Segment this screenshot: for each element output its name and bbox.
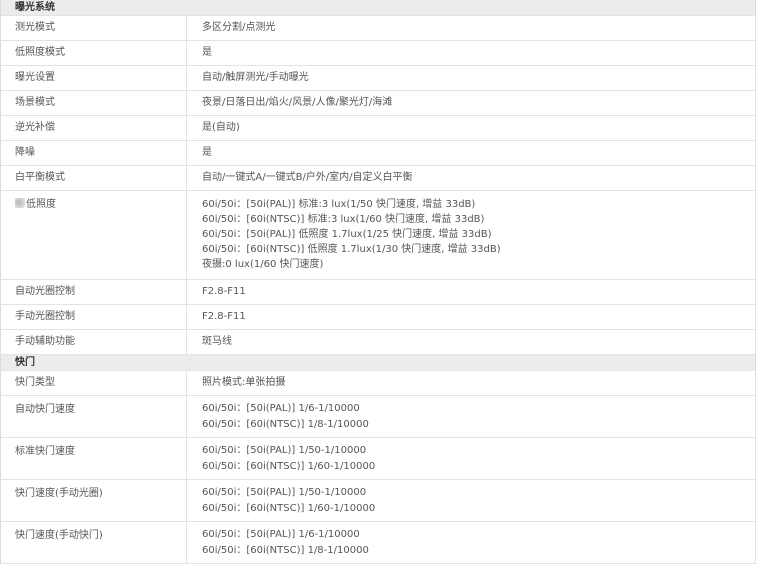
spec-value: 是 <box>186 40 756 66</box>
spec-value-line: 60i/50i：[50i(PAL)] 低照度 1.7lux(1/25 快门速度,… <box>202 229 492 240</box>
spec-label: 自动快门速度 <box>0 395 187 438</box>
table-row: 自动快门速度 60i/50i：[50i(PAL)] 1/6-1/10000 60… <box>0 395 756 438</box>
table-row: 测光模式 多区分割/点测光 <box>0 15 756 41</box>
table-row: 快门速度(手动快门) 60i/50i：[50i(PAL)] 1/6-1/1000… <box>0 521 756 564</box>
table-row: 低照度模式 是 <box>0 40 756 66</box>
spec-value-line: 60i/50i：[50i(PAL)] 标准:3 lux(1/50 快门速度, 增… <box>202 199 476 210</box>
spec-label: 曝光设置 <box>0 65 187 91</box>
spec-value: 自动/触屏测光/手动曝光 <box>186 65 756 91</box>
spec-value-line: 60i/50i：[60i(NTSC)] 1/60-1/10000 <box>202 503 376 514</box>
spec-label: 快门速度(手动光圈) <box>0 479 187 522</box>
spec-value-line: 60i/50i：[60i(NTSC)] 标准:3 lux(1/60 快门速度, … <box>202 214 485 225</box>
table-row: 快门速度(手动光圈) 60i/50i：[50i(PAL)] 1/50-1/100… <box>0 479 756 522</box>
spec-value: 夜景/日落日出/焰火/风景/人像/聚光灯/海滩 <box>186 90 756 116</box>
spec-label: 快门速度(手动快门) <box>0 521 187 564</box>
spec-label: 降噪 <box>0 140 187 166</box>
table-row: 降噪 是 <box>0 140 756 166</box>
spec-value-line: 60i/50i：[50i(PAL)] 1/50-1/10000 <box>202 487 367 498</box>
spec-label: 逆光补偿 <box>0 115 187 141</box>
spec-value: 照片模式:单张拍摄 <box>186 370 756 396</box>
spec-label-cell: 低照度 <box>0 190 187 280</box>
section-header-shutter: 快门 <box>0 354 756 371</box>
spec-value-line: 60i/50i：[60i(NTSC)] 1/8-1/10000 <box>202 545 369 556</box>
table-row: 自动光圈控制 F2.8-F11 <box>0 279 756 305</box>
table-row: 场景模式 夜景/日落日出/焰火/风景/人像/聚光灯/海滩 <box>0 90 756 116</box>
section-header-exposure: 曝光系统 <box>0 0 756 16</box>
spec-value: 60i/50i：[50i(PAL)] 1/50-1/10000 60i/50i：… <box>186 479 756 522</box>
table-row: 手动辅助功能 斑马线 <box>0 329 756 355</box>
spec-value-line: 60i/50i：[50i(PAL)] 1/50-1/10000 <box>202 445 367 456</box>
spec-value: 多区分割/点测光 <box>186 15 756 41</box>
spec-label: 快门类型 <box>0 370 187 396</box>
spec-value: 是 <box>186 140 756 166</box>
table-row: 手动光圈控制 F2.8-F11 <box>0 304 756 330</box>
spec-label: 白平衡模式 <box>0 165 187 191</box>
spec-value-line: 60i/50i：[50i(PAL)] 1/6-1/10000 <box>202 529 360 540</box>
section-title: 快门 <box>0 354 756 371</box>
spec-label: 场景模式 <box>0 90 187 116</box>
spec-value-line: 60i/50i：[60i(NTSC)] 低照度 1.7lux(1/30 快门速度… <box>202 244 501 255</box>
spec-label: 标准快门速度 <box>0 437 187 480</box>
table-row: 曝光设置 自动/触屏测光/手动曝光 <box>0 65 756 91</box>
table-row: 逆光补偿 是(自动) <box>0 115 756 141</box>
spec-value-line: 60i/50i：[50i(PAL)] 1/6-1/10000 <box>202 403 360 414</box>
spec-table: 曝光系统 测光模式 多区分割/点测光 低照度模式 是 曝光设置 自动/触屏测光/… <box>0 0 756 564</box>
spec-label: 测光模式 <box>0 15 187 41</box>
blurred-icon <box>15 198 25 208</box>
spec-value-line: 60i/50i：[60i(NTSC)] 1/8-1/10000 <box>202 419 369 430</box>
spec-value: F2.8-F11 <box>186 304 756 330</box>
spec-value: 自动/一键式A/一键式B/户外/室内/自定义白平衡 <box>186 165 756 191</box>
table-row: 白平衡模式 自动/一键式A/一键式B/户外/室内/自定义白平衡 <box>0 165 756 191</box>
spec-value-line: 60i/50i：[60i(NTSC)] 1/60-1/10000 <box>202 461 376 472</box>
spec-value: 60i/50i：[50i(PAL)] 标准:3 lux(1/50 快门速度, 增… <box>186 190 756 280</box>
spec-value: 60i/50i：[50i(PAL)] 1/6-1/10000 60i/50i：[… <box>186 521 756 564</box>
table-row: 低照度 60i/50i：[50i(PAL)] 标准:3 lux(1/50 快门速… <box>0 190 756 280</box>
table-row: 标准快门速度 60i/50i：[50i(PAL)] 1/50-1/10000 6… <box>0 437 756 480</box>
spec-label: 手动辅助功能 <box>0 329 187 355</box>
table-row: 快门类型 照片模式:单张拍摄 <box>0 370 756 396</box>
spec-value: 60i/50i：[50i(PAL)] 1/50-1/10000 60i/50i：… <box>186 437 756 480</box>
spec-label: 低照度 <box>26 199 56 210</box>
spec-label: 手动光圈控制 <box>0 304 187 330</box>
spec-value: 60i/50i：[50i(PAL)] 1/6-1/10000 60i/50i：[… <box>186 395 756 438</box>
spec-value: F2.8-F11 <box>186 279 756 305</box>
spec-value-line: 夜摄:0 lux(1/60 快门速度) <box>202 259 324 270</box>
spec-value: 斑马线 <box>186 329 756 355</box>
spec-label: 低照度模式 <box>0 40 187 66</box>
spec-label: 自动光圈控制 <box>0 279 187 305</box>
spec-value: 是(自动) <box>186 115 756 141</box>
section-title: 曝光系统 <box>0 0 756 16</box>
